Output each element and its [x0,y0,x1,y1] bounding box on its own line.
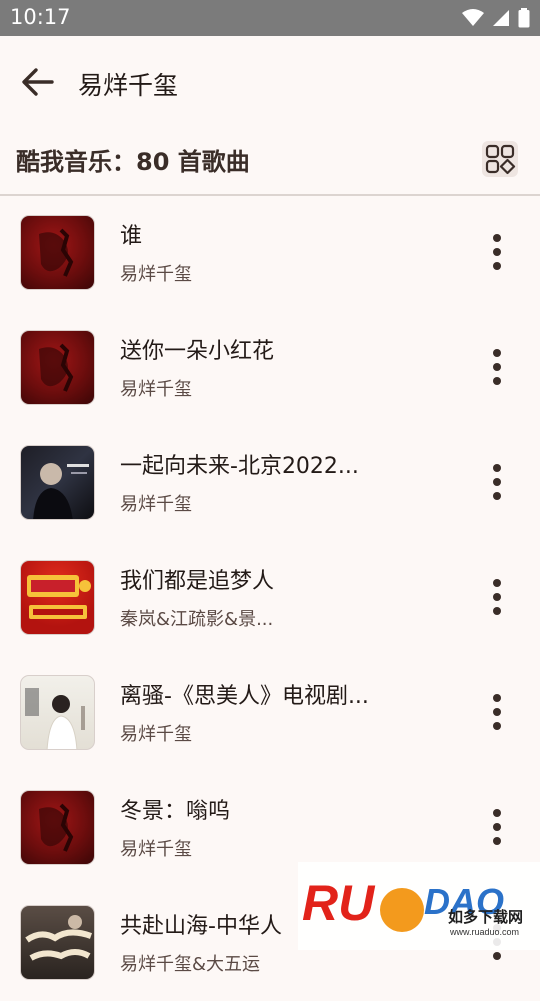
album-art [20,905,95,980]
song-artist: 易烊千玺 [120,724,192,745]
song-artist: 易烊千玺&大五运 [120,954,261,975]
more-vert-icon[interactable] [482,347,512,387]
song-title: 我们都是追梦人 [120,569,275,594]
album-art [20,560,95,635]
app-bar: 易烊千玺 [0,36,540,126]
song-row[interactable]: 送你一朵小红花 易烊千玺 [0,311,540,426]
song-count-title: 酷我音乐：80 首歌曲 [16,148,250,176]
song-artist: 易烊千玺 [120,379,192,400]
song-title: 一起向未来-北京2022... [120,454,359,479]
grid-view-icon[interactable] [482,141,518,177]
watermark-url: www.ruaduo.com [449,927,519,937]
song-artist: 易烊千玺 [120,839,192,860]
status-bar: 10:17 [0,0,540,36]
wifi-icon [462,9,484,26]
back-arrow-icon[interactable] [18,62,58,102]
song-title: 冬景：嗡呜 [120,799,231,824]
song-count-header: 酷我音乐：80 首歌曲 [0,126,540,196]
svg-text:RU: RU [302,875,376,931]
album-art [20,675,95,750]
song-title: 离骚-《思美人》电视剧... [120,684,369,709]
battery-icon [518,8,530,28]
song-title: 共赴山海-中华人 [120,914,282,939]
page-title: 易烊千玺 [78,71,179,100]
song-row[interactable]: 我们都是追梦人 秦岚&江疏影&景... [0,541,540,656]
status-time: 10:17 [10,5,71,29]
status-icons [462,8,530,28]
more-vert-icon[interactable] [482,232,512,272]
song-row[interactable]: 离骚-《思美人》电视剧... 易烊千玺 [0,656,540,771]
album-art [20,330,95,405]
song-title: 谁 [120,224,143,249]
more-vert-icon[interactable] [482,577,512,617]
song-row[interactable]: 一起向未来-北京2022... 易烊千玺 [0,426,540,541]
song-row[interactable]: 谁 易烊千玺 [0,196,540,311]
song-artist: 易烊千玺 [120,494,192,515]
signal-icon [493,10,509,26]
watermark-logo: RU DAO 如多下载网 www.ruaduo.com [298,862,540,950]
song-title: 送你一朵小红花 [120,339,275,364]
more-vert-icon[interactable] [482,807,512,847]
more-vert-icon[interactable] [482,462,512,502]
album-art [20,445,95,520]
song-artist: 易烊千玺 [120,264,192,285]
watermark-subtitle: 如多下载网 [448,908,523,926]
album-art [20,790,95,865]
more-vert-icon[interactable] [482,692,512,732]
song-artist: 秦岚&江疏影&景... [120,609,274,630]
album-art [20,215,95,290]
